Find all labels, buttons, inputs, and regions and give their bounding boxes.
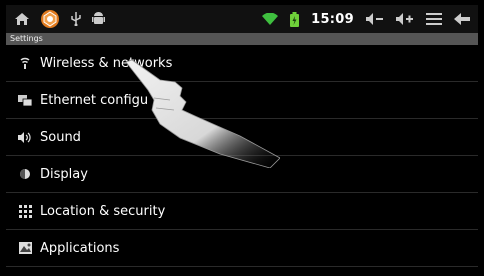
settings-item-label: Location & security	[40, 203, 166, 219]
menu-icon[interactable]	[426, 13, 442, 25]
wifi-icon	[18, 56, 32, 70]
status-bar: 15:09	[6, 5, 478, 33]
status-bar-left	[6, 9, 105, 29]
usb-icon	[70, 12, 82, 26]
speaker-icon	[18, 130, 32, 144]
display-icon	[18, 167, 32, 181]
volume-up-icon[interactable]	[396, 13, 414, 25]
android-debug-icon	[92, 12, 105, 26]
settings-item-location-security[interactable]: Location & security	[6, 193, 478, 230]
status-bar-right: 15:09	[262, 11, 478, 27]
settings-item-label: Display	[40, 166, 88, 182]
home-icon[interactable]	[14, 12, 30, 26]
battery-icon	[290, 11, 300, 27]
location-grid-icon	[18, 204, 32, 218]
settings-item-applications[interactable]: Applications	[6, 230, 478, 267]
settings-item-label: Applications	[40, 240, 120, 256]
back-icon[interactable]	[454, 13, 470, 25]
volume-down-icon[interactable]	[366, 13, 384, 25]
status-time: 15:09	[311, 11, 354, 27]
ethernet-icon	[18, 93, 32, 107]
page-title: Settings	[6, 33, 478, 45]
pointing-hand-illustration	[120, 58, 281, 172]
applications-icon	[18, 241, 32, 255]
wifi-icon	[262, 12, 279, 26]
notification-icon[interactable]	[40, 9, 60, 29]
settings-item-label: Sound	[40, 129, 81, 145]
